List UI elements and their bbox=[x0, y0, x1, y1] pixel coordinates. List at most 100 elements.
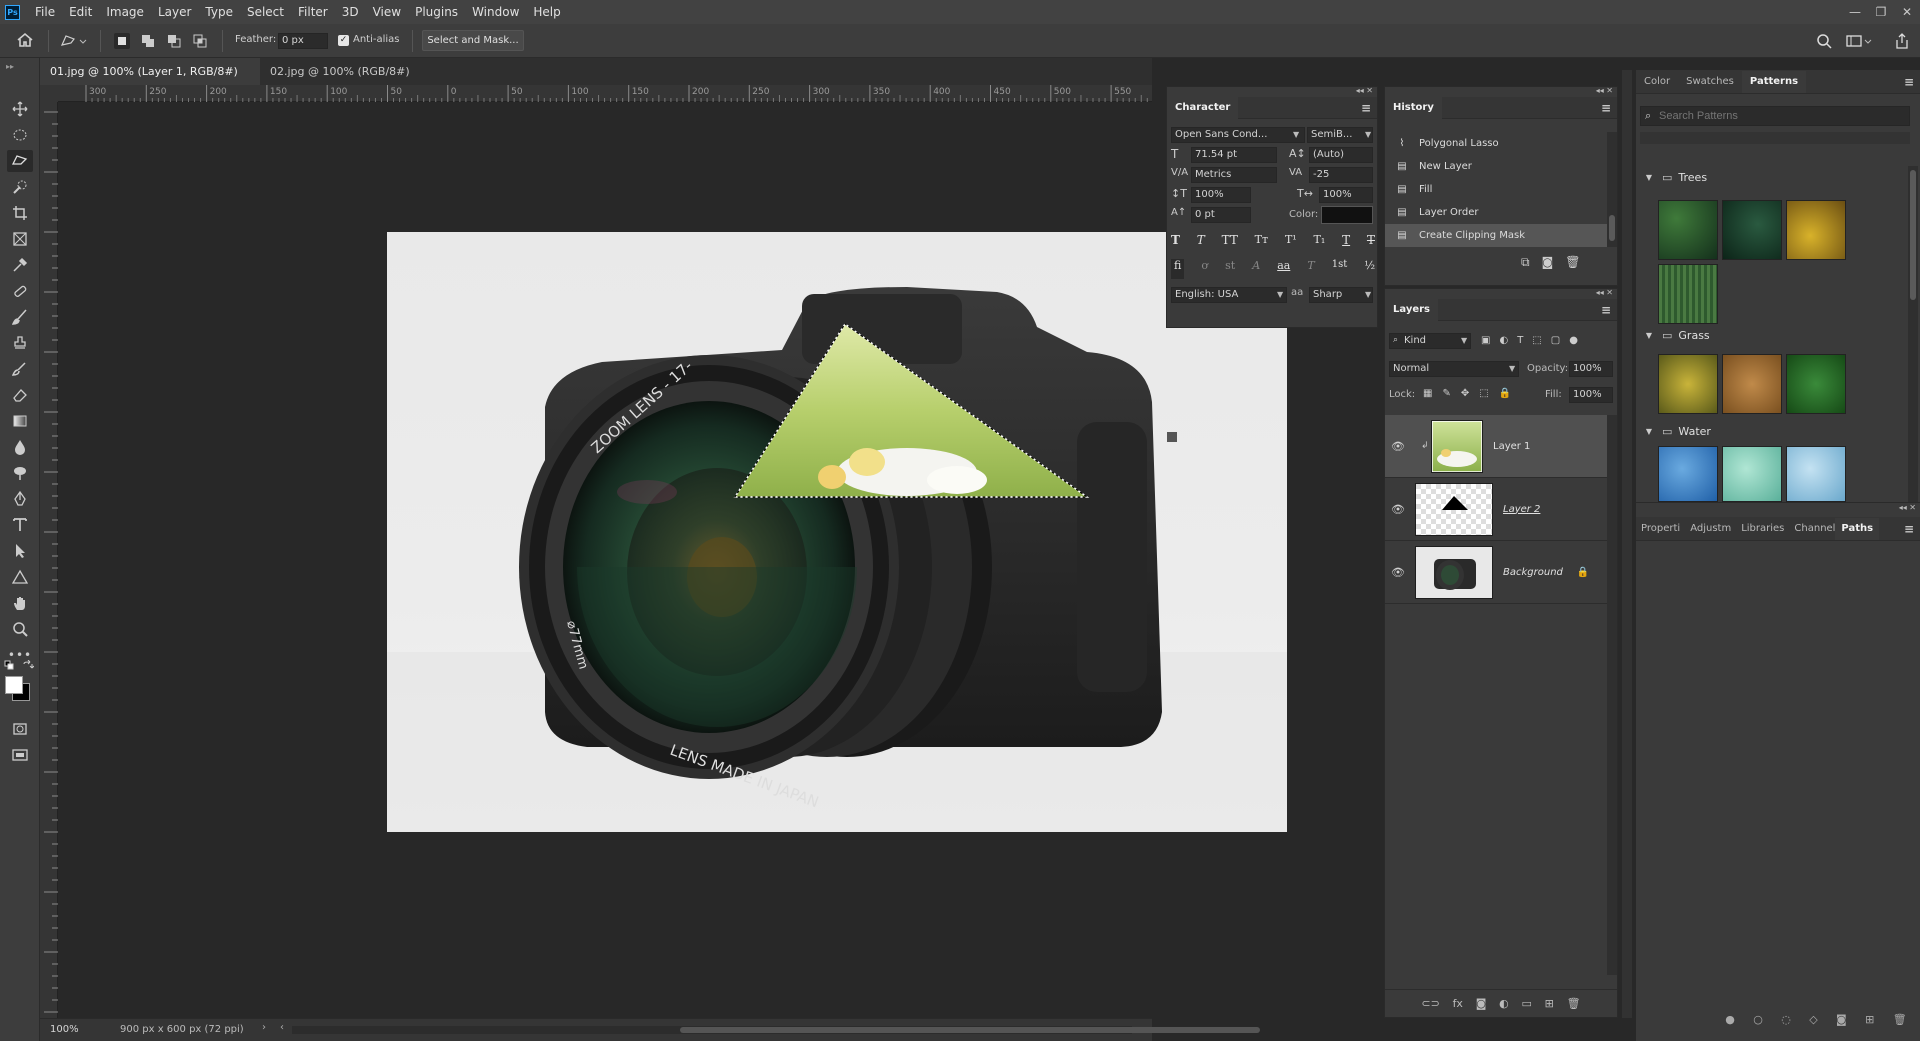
add-mask-icon[interactable]: ◙ bbox=[1476, 997, 1487, 1010]
delete-path-icon[interactable]: 🗑 bbox=[1893, 1013, 1907, 1026]
new-document-from-state-icon[interactable]: ⧉ bbox=[1521, 255, 1530, 270]
tab-libraries[interactable]: Libraries bbox=[1736, 518, 1789, 540]
faux-italic-button[interactable]: T bbox=[1197, 233, 1205, 253]
workspace-icon[interactable] bbox=[1846, 33, 1872, 49]
canvas-area[interactable]: ZOOM LENS - 17- LENS MADE IN JAPAN ⌀77mm bbox=[58, 102, 1287, 1018]
menu-window[interactable]: Window bbox=[465, 0, 526, 24]
history-item[interactable]: ▤ New Layer bbox=[1385, 155, 1619, 178]
chevron-down-icon[interactable]: ▼ bbox=[1642, 427, 1656, 436]
quick-selection-tool-icon[interactable] bbox=[7, 176, 33, 198]
zoom-level[interactable]: 100% bbox=[50, 1024, 79, 1035]
pattern-search-input[interactable] bbox=[1659, 108, 1904, 124]
status-menu-arrow-icon[interactable]: › bbox=[262, 1022, 266, 1033]
filter-toggle-icon[interactable]: ● bbox=[1569, 335, 1578, 346]
new-path-icon[interactable]: ⊞ bbox=[1865, 1013, 1874, 1026]
layer-row-layer-2[interactable]: 👁 Layer 2 bbox=[1385, 478, 1607, 541]
font-size-input[interactable]: 71.54 pt bbox=[1191, 147, 1277, 163]
pattern-swatch[interactable] bbox=[1722, 354, 1782, 414]
menu-image[interactable]: Image bbox=[99, 0, 151, 24]
antialias-checkbox[interactable]: ✓ bbox=[338, 35, 349, 46]
old-style-button[interactable]: ơ bbox=[1201, 259, 1208, 279]
strikethrough-button[interactable]: T bbox=[1367, 233, 1375, 253]
pattern-group-trees[interactable]: ▼ ▭ Trees bbox=[1636, 166, 1886, 188]
collapse-tools-icon[interactable]: ▸▸ bbox=[6, 62, 14, 71]
pattern-search-box[interactable]: ⌕ bbox=[1640, 106, 1910, 126]
pattern-swatch[interactable] bbox=[1658, 446, 1718, 502]
horizontal-ruler[interactable]: 300 250 200 150 100 50 0 50 100 150 200 250 300 350 40… bbox=[58, 85, 1152, 102]
filter-shape-icon[interactable]: ⬚ bbox=[1532, 335, 1541, 346]
tab-properties[interactable]: Properti bbox=[1636, 518, 1685, 540]
pattern-group-grass[interactable]: ▼ ▭ Grass bbox=[1636, 324, 1886, 346]
subtract-selection-icon[interactable] bbox=[166, 33, 182, 49]
tab-patterns[interactable]: Patterns bbox=[1741, 70, 1807, 93]
pen-tool-icon[interactable] bbox=[7, 488, 33, 510]
pattern-swatch[interactable] bbox=[1722, 446, 1782, 502]
subscript-button[interactable]: T₁ bbox=[1314, 233, 1326, 253]
default-colors-icon[interactable] bbox=[4, 660, 16, 672]
pattern-group-water[interactable]: ▼ ▭ Water bbox=[1636, 420, 1886, 442]
tab-adjustments[interactable]: Adjustm bbox=[1685, 518, 1736, 540]
layer-name[interactable]: Background bbox=[1503, 567, 1563, 578]
small-caps-button[interactable]: Tт bbox=[1255, 233, 1268, 253]
link-layers-icon[interactable]: ⊂⊃ bbox=[1421, 997, 1439, 1010]
history-brush-tool-icon[interactable] bbox=[7, 358, 33, 380]
pattern-swatch[interactable] bbox=[1658, 264, 1718, 324]
gradient-tool-icon[interactable] bbox=[7, 410, 33, 432]
tab-01-jpg[interactable]: 01.jpg @ 100% (Layer 1, RGB/8#) *✕ bbox=[40, 58, 260, 105]
layer-name[interactable]: Layer 1 bbox=[1493, 441, 1530, 452]
feather-input[interactable]: 0 px bbox=[278, 33, 328, 49]
underline-button[interactable]: T bbox=[1342, 233, 1350, 253]
all-caps-button[interactable]: TT bbox=[1222, 233, 1238, 253]
panel-dock-divider[interactable] bbox=[1622, 70, 1632, 1018]
lock-pixels-icon[interactable]: ✎ bbox=[1442, 388, 1450, 399]
new-selection-icon[interactable] bbox=[114, 33, 130, 49]
menu-edit[interactable]: Edit bbox=[62, 0, 99, 24]
new-group-icon[interactable]: ▭ bbox=[1522, 997, 1532, 1010]
new-layer-icon[interactable]: ⊞ bbox=[1545, 997, 1554, 1010]
chevron-down-icon[interactable]: ▼ bbox=[1642, 331, 1656, 340]
menu-layer[interactable]: Layer bbox=[151, 0, 198, 24]
panel-menu-icon[interactable]: ≡ bbox=[1904, 75, 1914, 89]
titling-alternates-button[interactable]: T bbox=[1307, 259, 1314, 279]
history-item[interactable]: ⌇ Polygonal Lasso bbox=[1385, 132, 1619, 155]
stroke-path-icon[interactable]: ○ bbox=[1753, 1013, 1763, 1026]
tab-history[interactable]: History bbox=[1385, 96, 1442, 119]
frame-tool-icon[interactable] bbox=[7, 228, 33, 250]
brush-tool-icon[interactable] bbox=[7, 306, 33, 328]
panel-close-icon[interactable]: ◂◂ ✕ bbox=[1899, 503, 1916, 512]
add-mask-icon[interactable]: ◙ bbox=[1836, 1013, 1847, 1026]
faux-bold-button[interactable]: T bbox=[1171, 233, 1180, 253]
layer-row-layer-1[interactable]: 👁 ↲ Layer 1 bbox=[1385, 415, 1607, 478]
intersect-selection-icon[interactable] bbox=[192, 33, 208, 49]
vertical-scale-input[interactable]: 100% bbox=[1191, 187, 1251, 203]
layers-scrollbar[interactable] bbox=[1607, 415, 1617, 975]
patterns-scroll-thumb[interactable] bbox=[1910, 170, 1916, 300]
blur-tool-icon[interactable] bbox=[7, 436, 33, 458]
menu-help[interactable]: Help bbox=[526, 0, 567, 24]
clone-stamp-tool-icon[interactable] bbox=[7, 332, 33, 354]
opacity-input[interactable]: 100% bbox=[1569, 361, 1613, 377]
swash-button[interactable]: A bbox=[1252, 259, 1260, 279]
foreground-color-swatch[interactable] bbox=[5, 676, 23, 694]
kerning-select[interactable]: Metrics bbox=[1191, 167, 1277, 183]
panel-menu-icon[interactable]: ≡ bbox=[1904, 522, 1914, 536]
home-icon[interactable] bbox=[16, 32, 34, 48]
delete-icon[interactable]: 🗑 bbox=[1565, 255, 1580, 270]
menu-select[interactable]: Select bbox=[240, 0, 291, 24]
fill-input[interactable]: 100% bbox=[1569, 387, 1613, 403]
document-image[interactable]: ZOOM LENS - 17- LENS MADE IN JAPAN ⌀77mm bbox=[387, 232, 1287, 832]
zoom-tool-icon[interactable] bbox=[7, 618, 33, 640]
discretionary-ligatures-button[interactable]: st bbox=[1225, 259, 1235, 279]
menu-3d[interactable]: 3D bbox=[335, 0, 366, 24]
dodge-tool-icon[interactable] bbox=[7, 462, 33, 484]
restore-icon[interactable]: ❐ bbox=[1868, 0, 1894, 24]
add-selection-icon[interactable] bbox=[140, 33, 156, 49]
stylistic-alternates-button[interactable]: aa bbox=[1277, 259, 1290, 279]
healing-brush-tool-icon[interactable] bbox=[7, 280, 33, 302]
leading-input[interactable]: (Auto) bbox=[1309, 147, 1373, 163]
layer-style-icon[interactable]: fx bbox=[1453, 997, 1463, 1010]
horizontal-scroll-thumb[interactable] bbox=[680, 1027, 1260, 1033]
panel-menu-icon[interactable]: ≡ bbox=[1361, 101, 1371, 115]
fill-path-icon[interactable]: ● bbox=[1725, 1013, 1735, 1026]
snapshot-icon[interactable]: ◙ bbox=[1542, 255, 1554, 270]
